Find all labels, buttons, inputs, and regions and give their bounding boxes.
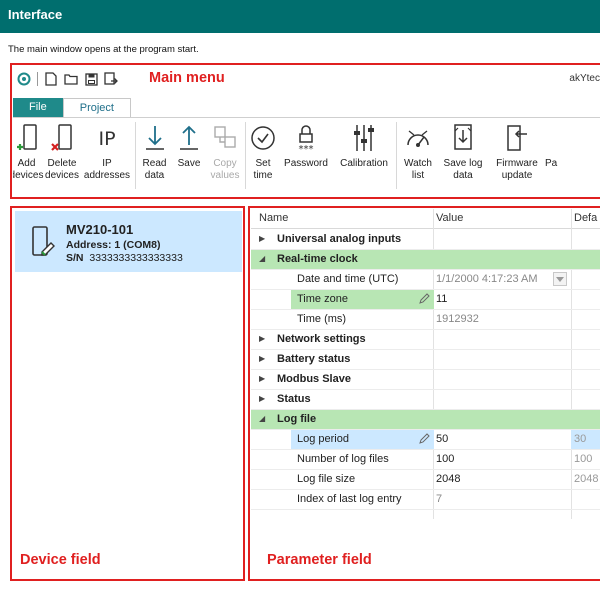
device-field-frame xyxy=(10,206,245,581)
parameter-field-frame xyxy=(248,206,600,581)
doc-title: Interface xyxy=(8,7,63,22)
doc-caption: The main window opens at the program sta… xyxy=(8,44,199,55)
main-menu-callout: Main menu xyxy=(149,70,225,86)
device-field-callout: Device field xyxy=(20,552,101,568)
parameter-field-callout: Parameter field xyxy=(267,552,372,568)
main-menu-frame xyxy=(10,63,600,199)
doc-title-bar: Interface xyxy=(0,0,600,33)
